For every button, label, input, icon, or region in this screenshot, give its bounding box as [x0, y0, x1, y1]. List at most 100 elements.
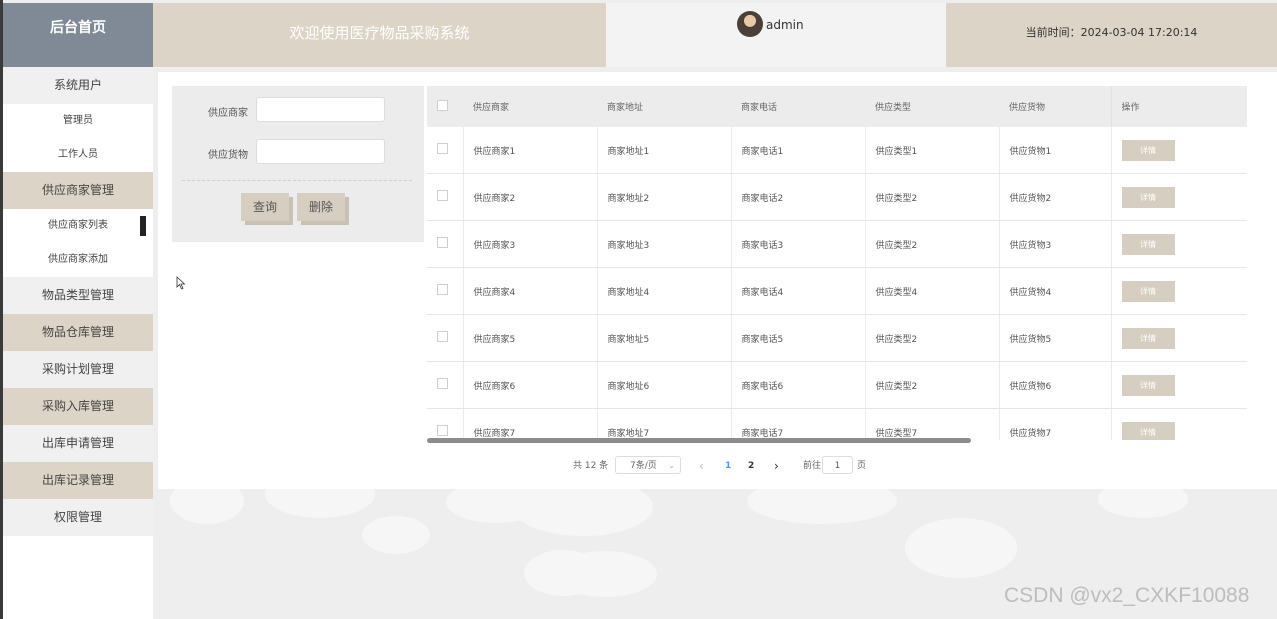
cell-address: 商家地址7: [597, 408, 732, 440]
column-header: 供应货物: [999, 86, 1111, 127]
cell-address: 商家地址6: [597, 361, 732, 409]
detail-button[interactable]: 详情: [1121, 374, 1175, 396]
supplier-label: 供应商家: [208, 108, 248, 119]
table-row: 供应商家1 商家地址1 商家电话1 供应类型1 供应货物1 详情: [427, 127, 1247, 174]
sidebar-item-system-users[interactable]: 系统用户: [3, 67, 153, 104]
row-checkbox[interactable]: [437, 284, 448, 295]
prev-page-icon[interactable]: ‹: [699, 456, 704, 476]
cell-supplier: 供应商家6: [463, 361, 598, 409]
cell-phone: 商家电话3: [731, 220, 866, 268]
cell-phone: 商家电话2: [731, 173, 866, 221]
cell-goods: 供应货物2: [999, 173, 1112, 221]
sidebar: 系统用户 管理员 工作人员 供应商家管理 供应商家列表 供应商家添加 物品类型管…: [3, 67, 153, 619]
bg-bubble: [362, 516, 430, 554]
row-checkbox[interactable]: [437, 143, 448, 154]
sidebar-item-goods-type[interactable]: 物品类型管理: [3, 277, 153, 314]
cell-goods: 供应货物5: [999, 314, 1112, 362]
cell-type: 供应类型2: [865, 361, 1000, 409]
row-checkbox[interactable]: [437, 378, 448, 389]
chevron-down-icon: ⌄: [668, 461, 675, 470]
page-suffix: 页: [857, 461, 867, 471]
goods-input[interactable]: [256, 139, 385, 164]
cell-supplier: 供应商家3: [463, 220, 598, 268]
user-area[interactable]: admin: [606, 3, 946, 67]
table-row: 供应商家4 商家地址4 商家电话4 供应类型4 供应货物4 详情: [427, 267, 1247, 315]
sidebar-item-supplier-management[interactable]: 供应商家管理: [3, 172, 153, 209]
detail-button[interactable]: 详情: [1121, 327, 1175, 349]
watermark: CSDN @vx2_CXKF10088: [1004, 584, 1250, 607]
sidebar-item-purchase-plan[interactable]: 采购计划管理: [3, 351, 153, 388]
sidebar-item-outbound-record[interactable]: 出库记录管理: [3, 462, 153, 499]
bg-bubble: [553, 551, 657, 597]
sidebar-subitem-staff[interactable]: 工作人员: [3, 138, 153, 172]
goto-page-input[interactable]: 1: [822, 456, 853, 474]
search-form: 供应商家 供应货物 查询 删除: [172, 86, 424, 242]
page-size-value: 7条/页: [630, 461, 657, 471]
cell-address: 商家地址4: [597, 267, 732, 315]
cell-address: 商家地址1: [597, 127, 732, 174]
sidebar-subitem-label: 供应商家列表: [48, 220, 108, 231]
bg-bubble: [905, 518, 1017, 578]
cell-type: 供应类型2: [865, 173, 1000, 221]
row-checkbox[interactable]: [437, 190, 448, 201]
cell-type: 供应类型2: [865, 314, 1000, 362]
cell-goods: 供应货物3: [999, 220, 1112, 268]
page-size-select[interactable]: 7条/页 ⌄: [615, 456, 681, 474]
sidebar-item-purchase-inbound[interactable]: 采购入库管理: [3, 388, 153, 425]
cell-phone: 商家电话6: [731, 361, 866, 409]
cell-address: 商家地址2: [597, 173, 732, 221]
cell-address: 商家地址5: [597, 314, 732, 362]
table-row: 供应商家3 商家地址3 商家电话3 供应类型2 供应货物3 详情: [427, 220, 1247, 268]
cell-goods: 供应货物1: [999, 127, 1112, 174]
sidebar-item-permissions[interactable]: 权限管理: [3, 499, 153, 536]
username[interactable]: admin: [766, 18, 804, 32]
query-button[interactable]: 查询: [241, 193, 289, 221]
cell-supplier: 供应商家4: [463, 267, 598, 315]
supplier-table: 供应商家 商家地址 商家电话 供应类型 供应货物 操作 供应商家1 商家地址1 …: [427, 86, 1247, 440]
cell-supplier: 供应商家1: [463, 127, 598, 174]
column-header: 商家地址: [597, 86, 731, 127]
delete-button[interactable]: 删除: [297, 193, 345, 221]
table-header-row: 供应商家 商家地址 商家电话 供应类型 供应货物 操作: [427, 86, 1247, 127]
row-checkbox[interactable]: [437, 237, 448, 248]
table-horizontal-scrollbar[interactable]: [427, 438, 971, 443]
row-checkbox[interactable]: [437, 425, 448, 436]
page-number-current[interactable]: 1: [725, 456, 731, 476]
goto-label: 前往: [803, 461, 822, 471]
form-divider: [182, 180, 412, 181]
column-header: 商家电话: [731, 86, 865, 127]
cell-type: 供应类型1: [865, 127, 1000, 174]
cell-type: 供应类型2: [865, 220, 1000, 268]
brand-home-link[interactable]: 后台首页: [3, 3, 153, 67]
top-bar: 后台首页 欢迎使用医疗物品采购系统 admin 当前时间：2024-03-04 …: [3, 3, 1277, 67]
detail-button[interactable]: 详情: [1121, 186, 1175, 208]
column-header: 供应商家: [463, 86, 597, 127]
sidebar-subitem-supplier-list[interactable]: 供应商家列表: [3, 209, 153, 243]
table-row: 供应商家7 商家地址7 商家电话7 供应类型7 供应货物7 详情: [427, 408, 1247, 440]
cell-goods: 供应货物6: [999, 361, 1112, 409]
goods-label: 供应货物: [208, 150, 248, 161]
column-header: 操作: [1110, 86, 1247, 127]
cell-goods: 供应货物7: [999, 408, 1112, 440]
cell-phone: 商家电话7: [731, 408, 866, 440]
table-row: 供应商家6 商家地址6 商家电话6 供应类型2 供应货物6 详情: [427, 361, 1247, 409]
mouse-cursor-icon: [176, 276, 186, 290]
detail-button[interactable]: 详情: [1121, 139, 1175, 161]
sidebar-item-warehouse[interactable]: 物品仓库管理: [3, 314, 153, 351]
page-number[interactable]: 2: [748, 456, 754, 476]
sidebar-subitem-supplier-add[interactable]: 供应商家添加: [3, 243, 153, 277]
detail-button[interactable]: 详情: [1121, 421, 1175, 440]
table-row: 供应商家5 商家地址5 商家电话5 供应类型2 供应货物5 详情: [427, 314, 1247, 362]
next-page-icon[interactable]: ›: [774, 456, 779, 476]
user-avatar-icon[interactable]: [737, 11, 763, 37]
detail-button[interactable]: 详情: [1121, 233, 1175, 255]
active-marker: [140, 216, 146, 236]
sidebar-item-outbound-request[interactable]: 出库申请管理: [3, 425, 153, 462]
supplier-input[interactable]: [256, 97, 385, 122]
row-checkbox[interactable]: [437, 331, 448, 342]
select-all-checkbox[interactable]: [437, 99, 448, 111]
cell-phone: 商家电话1: [731, 127, 866, 174]
sidebar-subitem-admin[interactable]: 管理员: [3, 104, 153, 138]
detail-button[interactable]: 详情: [1121, 280, 1175, 302]
select-all-cell: [427, 86, 463, 127]
